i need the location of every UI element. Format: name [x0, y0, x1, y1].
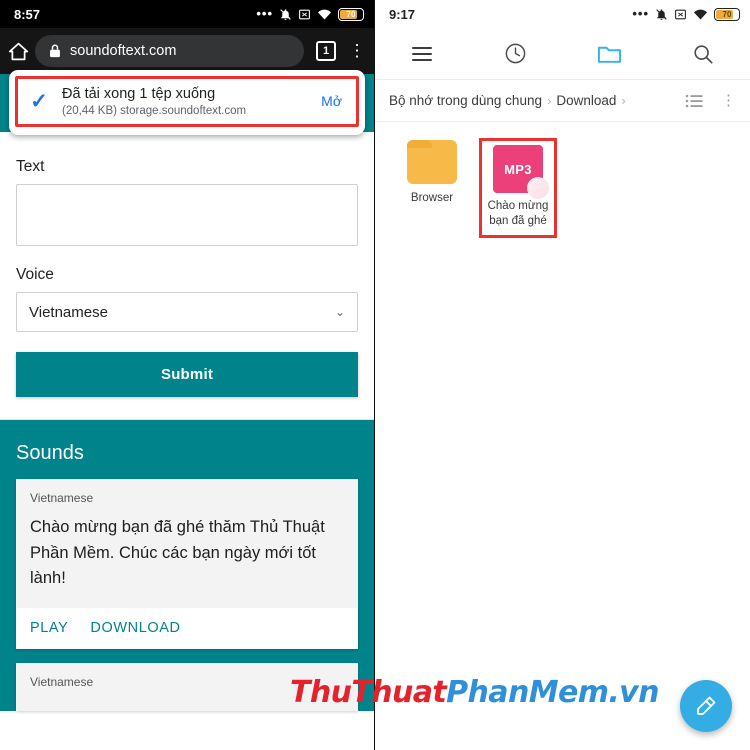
- chevron-right-icon: ›: [546, 93, 552, 108]
- download-button[interactable]: DOWNLOAD: [90, 620, 180, 636]
- more-dots-icon: •••: [632, 6, 649, 21]
- watermark: ThuThuatPhanMem.vn: [290, 675, 659, 710]
- mute-bell-icon: [656, 8, 667, 20]
- folder-icon: [597, 46, 621, 63]
- soundoftext-page: Text Voice Vietnamese ⌄ Submit Sounds Vi…: [0, 132, 374, 711]
- chevron-right-icon: ›: [621, 93, 626, 108]
- recent-tab[interactable]: [469, 42, 563, 65]
- sound-card: Vietnamese Chào mừng bạn đã ghé thăm Thủ…: [16, 479, 358, 649]
- home-icon[interactable]: [8, 41, 29, 62]
- url-text: soundoftext.com: [70, 43, 177, 59]
- chevron-down-icon: ⌄: [334, 305, 345, 319]
- voice-field-label: Voice: [16, 266, 54, 283]
- kebab-menu-icon[interactable]: ⋮: [348, 42, 366, 59]
- check-icon: ✓: [30, 89, 48, 113]
- file-name: Browser: [410, 192, 454, 204]
- sound-language: Vietnamese: [30, 491, 94, 505]
- watermark-red: ThuThuat: [290, 675, 447, 710]
- more-dots-icon: •••: [256, 6, 273, 21]
- hamburger-menu-button[interactable]: [375, 43, 469, 65]
- voice-select[interactable]: Vietnamese ⌄: [16, 292, 358, 332]
- download-subtitle: (20,44 KB) storage.soundoftext.com: [62, 105, 247, 118]
- tab-count-button[interactable]: 1: [316, 41, 336, 61]
- file-manager-toolbar: [375, 28, 750, 80]
- list-view-icon[interactable]: [685, 94, 703, 108]
- status-time: 9:17: [389, 6, 416, 22]
- sounds-section: Sounds Vietnamese Chào mừng bạn đã ghé t…: [0, 420, 374, 711]
- download-notification-region: ✓ Đã tải xong 1 tệp xuống (20,44 KB) sto…: [0, 70, 374, 136]
- watermark-blue: PhanMem.vn: [446, 675, 659, 710]
- file-item-browser[interactable]: Browser: [393, 138, 471, 238]
- file-item-mp3[interactable]: MP3 Chào mừng bạn đã ghé: [479, 138, 557, 238]
- sound-text: Chào mừng bạn đã ghé thăm Thủ Thuật Phần…: [30, 518, 325, 588]
- file-name: Chào mừng bạn đã ghé: [487, 200, 549, 227]
- vertical-dots-icon[interactable]: ⋮: [721, 93, 736, 108]
- hamburger-menu-icon: [411, 43, 432, 65]
- files-tab[interactable]: [563, 43, 657, 65]
- sounds-heading: Sounds: [16, 442, 84, 464]
- open-download-button[interactable]: Mở: [321, 93, 346, 109]
- address-bar[interactable]: soundoftext.com: [35, 35, 304, 67]
- text-input[interactable]: [16, 184, 358, 246]
- play-button[interactable]: PLAY: [30, 620, 68, 636]
- wifi-icon: [693, 9, 708, 19]
- voice-selected-value: Vietnamese: [29, 303, 108, 321]
- browser-toolbar: soundoftext.com 1 ⋮: [0, 28, 374, 74]
- breadcrumb-item-root[interactable]: Bộ nhớ trong dùng chung: [389, 93, 542, 108]
- status-icons: ••• 70: [256, 6, 364, 21]
- search-icon: [694, 44, 713, 64]
- battery-icon: 70: [714, 7, 740, 21]
- mp3-file-icon: MP3: [493, 145, 549, 199]
- dual-screenshot: 8:57 ••• 70 soundoftext.com 1 ⋮ ✓ Đã tải…: [0, 0, 750, 750]
- tts-form: Text Voice Vietnamese ⌄ Submit: [0, 132, 374, 419]
- x-box-icon: [675, 9, 686, 19]
- breadcrumb-item-download[interactable]: Download: [556, 93, 616, 108]
- left-status-bar: 8:57 ••• 70: [0, 0, 374, 28]
- brush-cleaner-icon: [697, 696, 716, 715]
- download-sheet: ✓ Đã tải xong 1 tệp xuống (20,44 KB) sto…: [9, 70, 365, 136]
- submit-button[interactable]: Submit: [16, 352, 358, 397]
- right-phone-screen: 9:17 ••• 70 Bộ nhớ trong dùng chung › Do…: [375, 0, 750, 750]
- folder-icon: [407, 140, 457, 184]
- cleaner-fab-button[interactable]: [680, 680, 732, 732]
- search-button[interactable]: [656, 43, 750, 65]
- lock-icon: [50, 44, 60, 58]
- download-title: Đã tải xong 1 tệp xuống: [62, 86, 216, 102]
- breadcrumb: Bộ nhớ trong dùng chung › Download › ⋮: [375, 80, 750, 122]
- clock-history-icon: [505, 43, 526, 64]
- download-bar[interactable]: ✓ Đã tải xong 1 tệp xuống (20,44 KB) sto…: [15, 76, 359, 128]
- right-status-bar: 9:17 ••• 70: [375, 0, 750, 28]
- status-time: 8:57: [14, 6, 41, 22]
- file-grid: Browser MP3 Chào mừng bạn đã ghé: [375, 122, 750, 254]
- status-icons: ••• 70: [632, 6, 740, 21]
- left-phone-screen: 8:57 ••• 70 soundoftext.com 1 ⋮ ✓ Đã tải…: [0, 0, 375, 750]
- mp3-badge: MP3: [504, 161, 532, 177]
- battery-icon: 70: [338, 7, 364, 21]
- wifi-icon: [317, 9, 332, 19]
- x-box-icon: [299, 9, 310, 19]
- text-field-label: Text: [16, 158, 45, 175]
- mute-bell-icon: [280, 8, 291, 20]
